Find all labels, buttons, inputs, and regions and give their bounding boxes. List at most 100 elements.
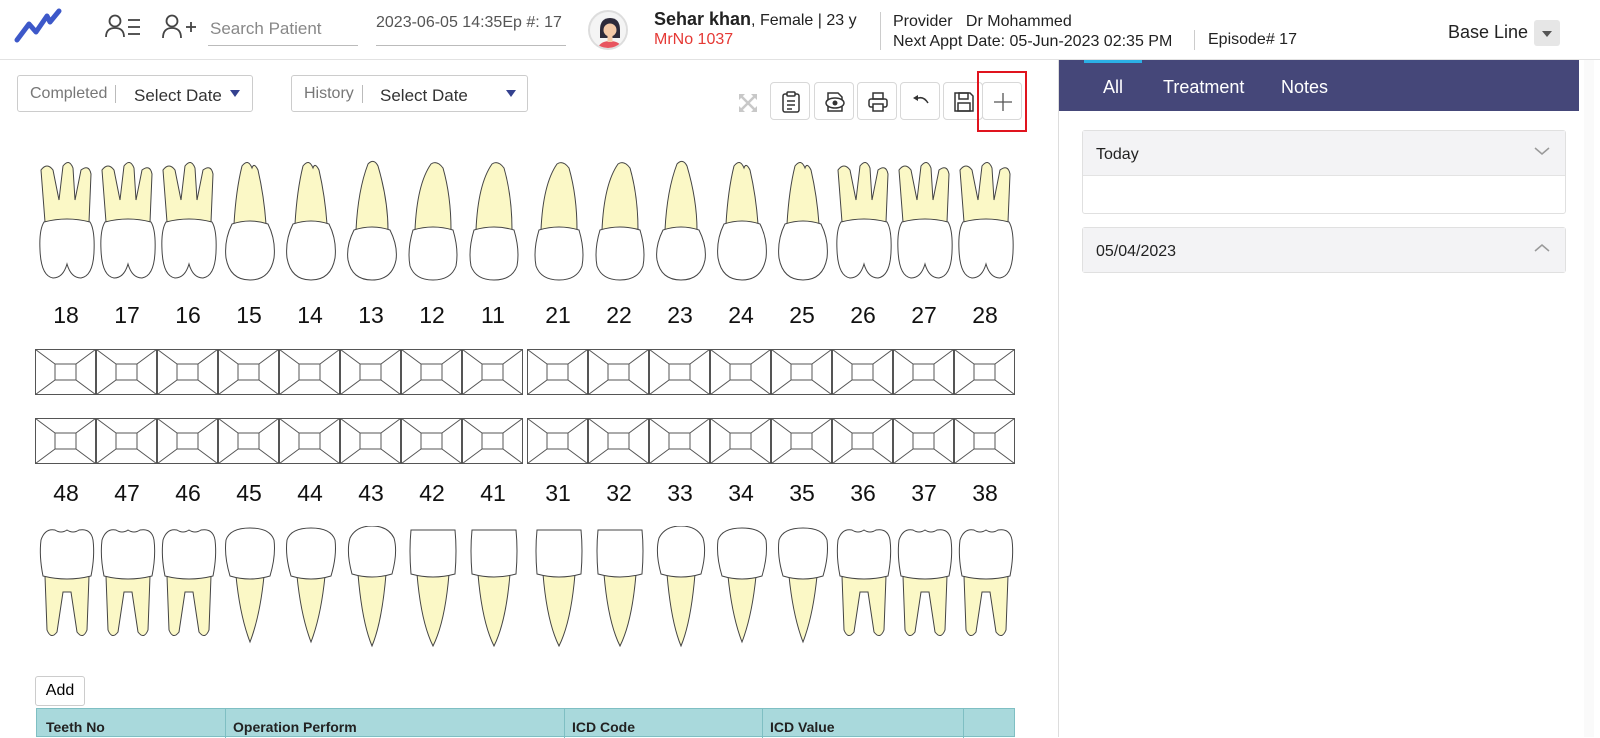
add-row-button[interactable]: Add: [35, 676, 85, 706]
tooth-41[interactable]: [464, 526, 524, 648]
tooth-47[interactable]: [98, 526, 158, 648]
surface-map-48[interactable]: [35, 418, 96, 464]
section-history-date-header[interactable]: 05/04/2023: [1083, 228, 1565, 272]
tooth-33[interactable]: [651, 526, 711, 648]
surface-map-32[interactable]: [588, 418, 649, 464]
surface-map-23[interactable]: [649, 349, 710, 395]
patient-list-icon[interactable]: [104, 12, 142, 42]
surface-map-14[interactable]: [279, 349, 340, 395]
surface-map-17[interactable]: [96, 349, 157, 395]
episode-short-value: Ep #: 17: [502, 14, 562, 31]
tooth-32[interactable]: [590, 526, 650, 648]
tooth-number: 22: [606, 302, 632, 328]
surface-map-25[interactable]: [771, 349, 832, 395]
surface-map-27[interactable]: [893, 349, 954, 395]
patient-name-line: Sehar khan, Female | 23 y: [654, 9, 857, 30]
tooth-35[interactable]: [773, 526, 833, 648]
surface-map-37[interactable]: [893, 418, 954, 464]
tooth-26[interactable]: [834, 160, 894, 282]
surface-map-36[interactable]: [832, 418, 893, 464]
surface-map-44[interactable]: [279, 418, 340, 464]
tooth-16[interactable]: [159, 160, 219, 282]
datetime-value: 2023-06-05 14:35: [376, 14, 503, 31]
surface-map-18[interactable]: [35, 349, 96, 395]
surface-map-13[interactable]: [340, 349, 401, 395]
app-logo-icon[interactable]: [14, 8, 62, 44]
surface-map-15[interactable]: [218, 349, 279, 395]
surface-map-46[interactable]: [157, 418, 218, 464]
scrollbar-thumb[interactable]: [1584, 60, 1594, 737]
tooth-23[interactable]: [651, 160, 711, 282]
surface-map-24[interactable]: [710, 349, 771, 395]
tab-all[interactable]: All: [1103, 77, 1123, 98]
surface-map-33[interactable]: [649, 418, 710, 464]
tooth-43[interactable]: [342, 526, 402, 648]
tab-treatment[interactable]: Treatment: [1163, 77, 1244, 98]
surface-map-42[interactable]: [401, 418, 462, 464]
surface-map-41[interactable]: [462, 418, 523, 464]
tooth-45[interactable]: [220, 526, 280, 648]
history-label: History: [304, 85, 363, 103]
tooth-21[interactable]: [529, 160, 589, 282]
tooth-36[interactable]: [834, 526, 894, 648]
surface-map-26[interactable]: [832, 349, 893, 395]
tooth-14[interactable]: [281, 160, 341, 282]
surface-map-28[interactable]: [954, 349, 1015, 395]
section-today-header[interactable]: Today: [1083, 131, 1565, 175]
tooth-37[interactable]: [895, 526, 955, 648]
surface-map-31[interactable]: [527, 418, 588, 464]
scrollbar[interactable]: [1580, 60, 1600, 737]
surface-map-43[interactable]: [340, 418, 401, 464]
baseline-label: Base Line: [1448, 22, 1529, 42]
history-tabs: All Treatment Notes: [1059, 60, 1579, 111]
surface-map-34[interactable]: [710, 418, 771, 464]
tooth-15[interactable]: [220, 160, 280, 282]
tooth-24[interactable]: [712, 160, 772, 282]
tooth-18[interactable]: [37, 160, 97, 282]
completed-date-filter[interactable]: Completed Select Date: [17, 75, 253, 112]
surface-map-11[interactable]: [462, 349, 523, 395]
history-date-filter[interactable]: History Select Date: [291, 75, 528, 112]
tooth-11[interactable]: [464, 160, 524, 282]
tooth-38[interactable]: [956, 526, 1016, 648]
column-header-teeth-no: Teeth No: [46, 719, 105, 735]
tooth-42[interactable]: [403, 526, 463, 648]
tooth-17[interactable]: [98, 160, 158, 282]
tooth-44[interactable]: [281, 526, 341, 648]
add-patient-icon[interactable]: [160, 12, 198, 42]
surface-map-22[interactable]: [588, 349, 649, 395]
tooth-22[interactable]: [590, 160, 650, 282]
tooth-48[interactable]: [37, 526, 97, 648]
search-patient-input[interactable]: [208, 12, 358, 46]
clipboard-button[interactable]: [770, 82, 810, 120]
print-icon: [868, 92, 888, 112]
tooth-27[interactable]: [895, 160, 955, 282]
surface-map-35[interactable]: [771, 418, 832, 464]
expand-icon[interactable]: [737, 92, 759, 114]
tooth-12[interactable]: [403, 160, 463, 282]
preview-button[interactable]: [814, 82, 854, 120]
undo-button[interactable]: [900, 82, 940, 120]
episode-datetime-field[interactable]: 2023-06-05 14:35Ep #: 17: [376, 12, 566, 46]
completed-date-value: Select Date: [134, 86, 222, 105]
tooth-number: 36: [850, 480, 876, 506]
surface-map-12[interactable]: [401, 349, 462, 395]
provider-info: Provider Dr Mohammed Next Appt Date: 05-…: [893, 12, 1172, 52]
tooth-34[interactable]: [712, 526, 772, 648]
tooth-28[interactable]: [956, 160, 1016, 282]
surface-map-38[interactable]: [954, 418, 1015, 464]
surface-map-16[interactable]: [157, 349, 218, 395]
tooth-46[interactable]: [159, 526, 219, 648]
active-tab-indicator: [1084, 60, 1142, 63]
tooth-13[interactable]: [342, 160, 402, 282]
baseline-dropdown-button[interactable]: [1534, 20, 1560, 46]
surface-map-47[interactable]: [96, 418, 157, 464]
surface-map-45[interactable]: [218, 418, 279, 464]
tooth-25[interactable]: [773, 160, 833, 282]
print-button[interactable]: [857, 82, 897, 120]
patient-name: Sehar khan: [654, 9, 752, 29]
tooth-number: 25: [789, 302, 815, 328]
tooth-31[interactable]: [529, 526, 589, 648]
tab-notes[interactable]: Notes: [1281, 77, 1328, 98]
surface-map-21[interactable]: [527, 349, 588, 395]
